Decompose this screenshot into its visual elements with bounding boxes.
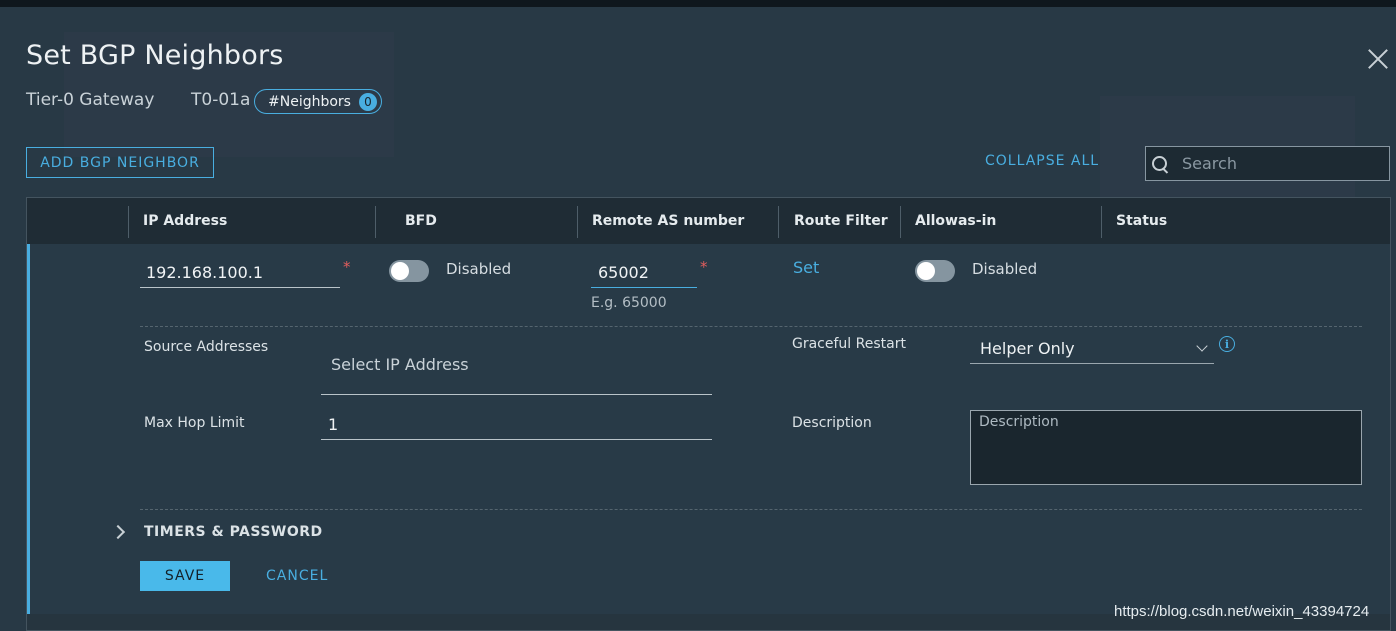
section-divider	[140, 326, 1362, 327]
max-hop-limit-value: 1	[328, 415, 339, 434]
top-bar	[0, 0, 1396, 7]
search-placeholder: Search	[1182, 154, 1237, 173]
bfd-state: Disabled	[446, 260, 512, 278]
info-icon[interactable]: i	[1219, 336, 1235, 352]
dialog-title: Set BGP Neighbors	[26, 40, 284, 71]
graceful-restart-select[interactable]: Helper Only	[970, 334, 1214, 364]
gateway-type-label: Tier-0 Gateway	[26, 90, 155, 110]
route-filter-set-link[interactable]: Set	[793, 258, 819, 277]
neighbors-badge-label: #Neighbors	[268, 93, 351, 110]
remote-as-hint: E.g. 65000	[591, 295, 667, 311]
required-marker: *	[700, 258, 708, 276]
allowas-in-state: Disabled	[972, 260, 1038, 278]
column-route-filter[interactable]: Route Filter	[779, 198, 888, 244]
column-separator	[375, 206, 376, 238]
chevron-down-icon	[1196, 340, 1208, 352]
ip-address-value: 192.168.100.1	[146, 263, 264, 282]
required-marker: *	[343, 258, 351, 276]
search-icon	[1152, 155, 1168, 172]
max-hop-limit-field[interactable]	[321, 408, 712, 440]
search-input[interactable]: Search	[1145, 146, 1390, 181]
graceful-restart-label: Graceful Restart	[792, 336, 906, 352]
description-label: Description	[792, 415, 872, 431]
column-allowas-in[interactable]: Allowas-in	[900, 198, 996, 244]
neighbors-badge: #Neighbors 0	[254, 89, 382, 114]
grid-header: IP Address BFD Remote AS number Route Fi…	[27, 198, 1390, 245]
close-icon[interactable]	[1366, 47, 1390, 71]
description-textarea[interactable]: Description	[970, 410, 1362, 485]
column-bfd[interactable]: BFD	[390, 198, 437, 244]
source-addresses-placeholder: Select IP Address	[331, 355, 469, 374]
bfd-toggle[interactable]	[389, 260, 429, 282]
collapse-all-link[interactable]: COLLAPSE ALL	[985, 153, 1099, 169]
neighbors-count: 0	[358, 92, 377, 111]
allowas-in-toggle[interactable]	[915, 260, 955, 282]
timers-password-toggle[interactable]: TIMERS & PASSWORD	[144, 524, 323, 540]
save-button[interactable]: SAVE	[140, 561, 230, 591]
section-divider	[140, 509, 1362, 510]
bgp-neighbors-grid: IP Address BFD Remote AS number Route Fi…	[26, 197, 1391, 631]
graceful-restart-value: Helper Only	[980, 339, 1075, 358]
remote-as-value: 65002	[598, 263, 649, 282]
column-status[interactable]: Status	[1101, 198, 1167, 244]
column-ip-address[interactable]: IP Address	[128, 198, 227, 244]
description-placeholder: Description	[979, 414, 1059, 430]
gateway-name: T0-01a	[191, 90, 251, 110]
source-addresses-label: Source Addresses	[144, 339, 269, 355]
chevron-right-icon[interactable]	[110, 524, 126, 540]
max-hop-limit-label: Max Hop Limit	[144, 415, 245, 431]
cancel-button[interactable]: CANCEL	[266, 568, 328, 584]
neighbor-edit-row: 192.168.100.1 * Disabled 65002 * E.g. 65…	[27, 244, 1390, 614]
add-bgp-neighbor-button[interactable]: ADD BGP NEIGHBOR	[26, 147, 214, 178]
column-remote-as[interactable]: Remote AS number	[577, 198, 744, 244]
watermark-text: https://blog.csdn.net/weixin_43394724	[1114, 603, 1370, 620]
